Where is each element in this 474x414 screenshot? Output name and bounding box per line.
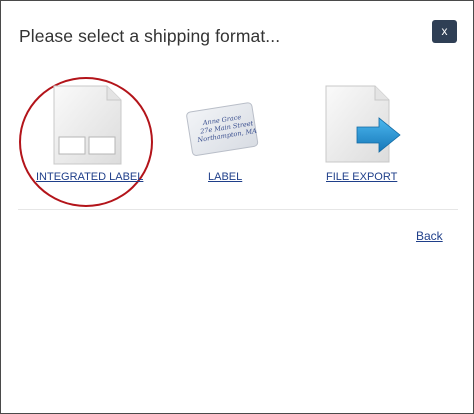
integrated-label-link[interactable]: INTEGRATED LABEL [36,171,143,183]
divider [18,209,458,210]
close-button[interactable]: x [432,20,457,43]
label-link[interactable]: LABEL [208,171,242,183]
file-export-arrow-icon[interactable] [323,85,403,165]
integrated-label-document-icon[interactable] [53,85,123,165]
address-label-card-icon[interactable]: Anne Grace 27e Main Street Northampton, … [185,95,261,161]
back-link[interactable]: Back [416,229,443,243]
dialog-title: Please select a shipping format... [19,26,281,46]
file-export-link[interactable]: FILE EXPORT [326,171,397,183]
shipping-format-dialog: Please select a shipping format... x INT… [0,0,474,414]
